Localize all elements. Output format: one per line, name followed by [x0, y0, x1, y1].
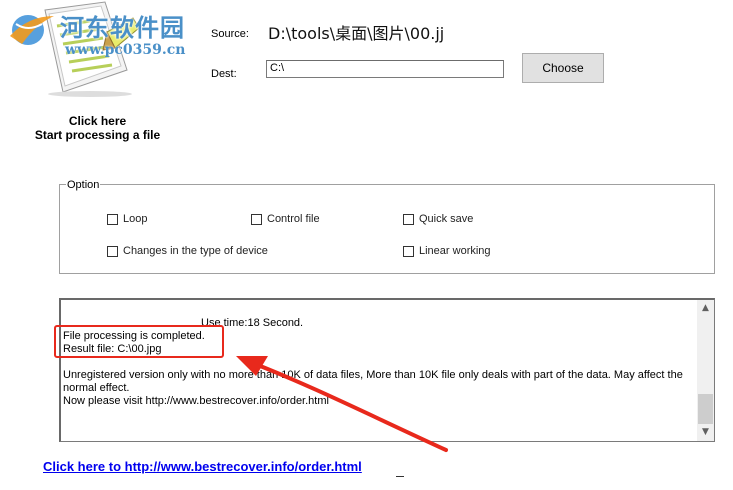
highlight-box	[54, 325, 224, 358]
divider	[396, 476, 404, 477]
control-file-checkbox[interactable]: Control file	[251, 213, 320, 225]
source-label: Source:	[211, 28, 249, 40]
log-line-unregistered: Unregistered version only with no more t…	[63, 369, 683, 394]
app-window: 河东软件园 www.pc0359.cn Click here Start pro…	[0, 0, 733, 490]
watermark-globe-icon	[10, 15, 54, 45]
quick-save-label: Quick save	[419, 213, 474, 225]
quick-save-checkbox[interactable]: Quick save	[403, 213, 473, 225]
start-processing-link[interactable]: Click here Start processing a file	[0, 114, 195, 142]
log-line-visit: Now please visit http://www.bestrecover.…	[63, 395, 329, 407]
checkbox-box[interactable]	[403, 245, 414, 257]
linear-working-label: Linear working	[419, 245, 491, 257]
option-group	[59, 184, 715, 274]
scroll-up-icon[interactable]: ▲	[697, 300, 714, 317]
scroll-down-icon[interactable]: ▼	[697, 424, 714, 441]
watermark-site-url: www.pc0359.cn	[65, 42, 186, 58]
dest-input[interactable]: C:\	[266, 60, 504, 78]
checkbox-box[interactable]	[107, 245, 118, 257]
checkbox-box[interactable]	[107, 213, 118, 225]
control-file-label: Control file	[267, 213, 320, 225]
start-processing-label: Start processing a file	[34, 128, 161, 142]
checkbox-box[interactable]	[403, 213, 414, 225]
choose-button[interactable]: Choose	[522, 53, 604, 83]
source-path: D:\tools\桌面\图片\00.jj	[268, 24, 445, 43]
order-link[interactable]: Click here to http://www.bestrecover.inf…	[43, 459, 362, 474]
watermark-site-name: 河东软件园	[60, 13, 185, 42]
device-change-checkbox[interactable]: Changes in the type of device	[107, 245, 268, 257]
option-legend: Option	[66, 179, 101, 191]
device-change-label: Changes in the type of device	[123, 245, 268, 257]
linear-working-checkbox[interactable]: Linear working	[403, 245, 491, 257]
scroll-thumb[interactable]	[698, 394, 713, 424]
dest-label: Dest:	[211, 68, 237, 80]
loop-label: Loop	[123, 213, 148, 225]
log-textarea[interactable]: Use time:18 Second. File processing is c…	[59, 298, 715, 442]
log-scrollbar[interactable]: ▲ ▼	[697, 300, 714, 441]
loop-checkbox[interactable]: Loop	[107, 213, 147, 225]
checkbox-box[interactable]	[251, 213, 262, 225]
click-here-label: Click here	[68, 114, 127, 128]
